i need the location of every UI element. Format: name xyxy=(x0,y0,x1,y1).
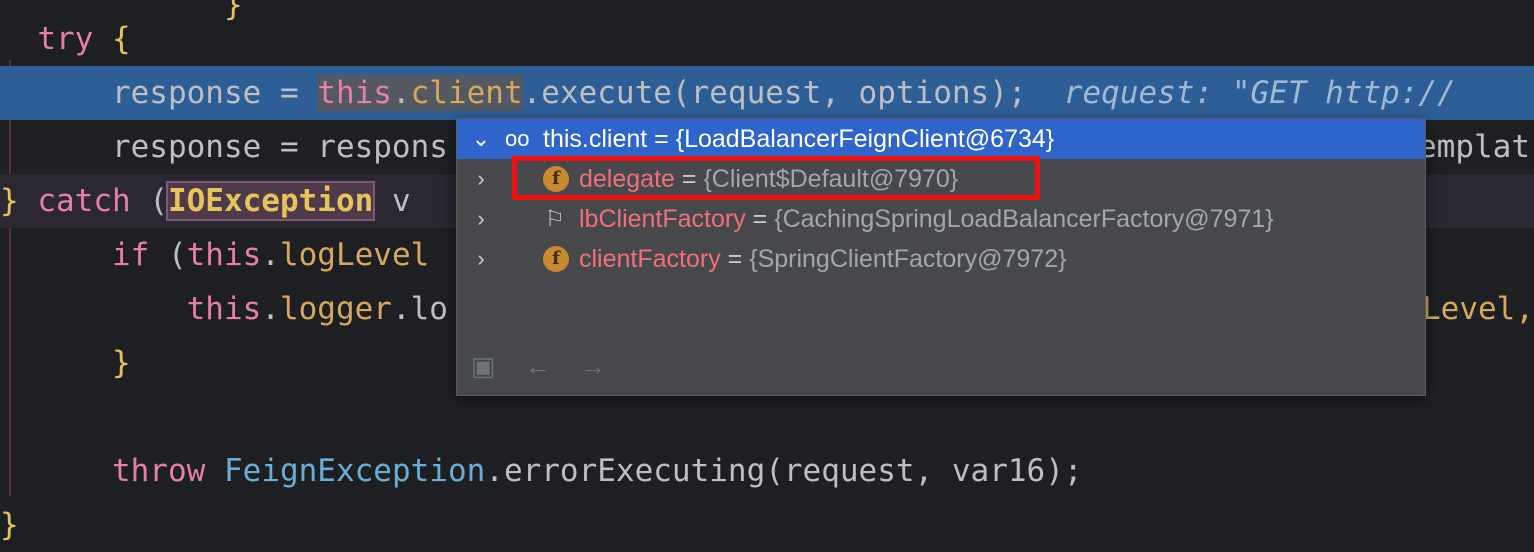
execution-line[interactable]: response = this.client.execute(request, … xyxy=(0,66,1534,120)
popup-expression-value: {LoadBalancerFeignClient@6734} xyxy=(675,125,1055,153)
popup-toolbar: ▣ ← → xyxy=(471,351,628,387)
popup-header-row[interactable]: ⌄ oo this.client = {LoadBalancerFeignCli… xyxy=(457,119,1425,159)
field-icon: f xyxy=(543,246,569,272)
popup-expression: this.client xyxy=(543,125,648,153)
debugger-value-popup[interactable]: ⌄ oo this.client = {LoadBalancerFeignCli… xyxy=(456,118,1426,396)
keyword-try: try xyxy=(37,21,94,57)
watch-glasses-icon: oo xyxy=(505,126,530,151)
exception-type[interactable]: IOException xyxy=(165,181,376,221)
flag-icon: ⚐ xyxy=(545,206,565,231)
variable-row-clientfactory[interactable]: › f clientFactory = {SpringClientFactory… xyxy=(457,239,1425,279)
chevron-right-icon[interactable]: › xyxy=(471,199,491,239)
selected-expression[interactable]: this.client xyxy=(317,75,523,111)
forward-arrow-icon[interactable]: → xyxy=(580,351,606,382)
code-line-throw: throw FeignException.errorExecuting(requ… xyxy=(111,453,1083,489)
chevron-right-icon[interactable]: › xyxy=(471,239,491,279)
field-icon: f xyxy=(543,166,569,192)
variable-row-lbclientfactory[interactable]: › ⚐ lbClientFactory = {CachingSpringLoad… xyxy=(457,199,1425,239)
inline-debug-hint: request: "GET http:// xyxy=(1026,75,1456,111)
variable-row-delegate[interactable]: › f delegate = {Client$Default@7970} xyxy=(457,159,1425,199)
chevron-right-icon[interactable]: › xyxy=(471,159,491,199)
open-in-window-icon[interactable]: ▣ xyxy=(471,351,496,382)
code-line-try: try { xyxy=(37,21,131,57)
chevron-down-icon[interactable]: ⌄ xyxy=(471,119,491,159)
back-arrow-icon[interactable]: ← xyxy=(525,351,551,382)
